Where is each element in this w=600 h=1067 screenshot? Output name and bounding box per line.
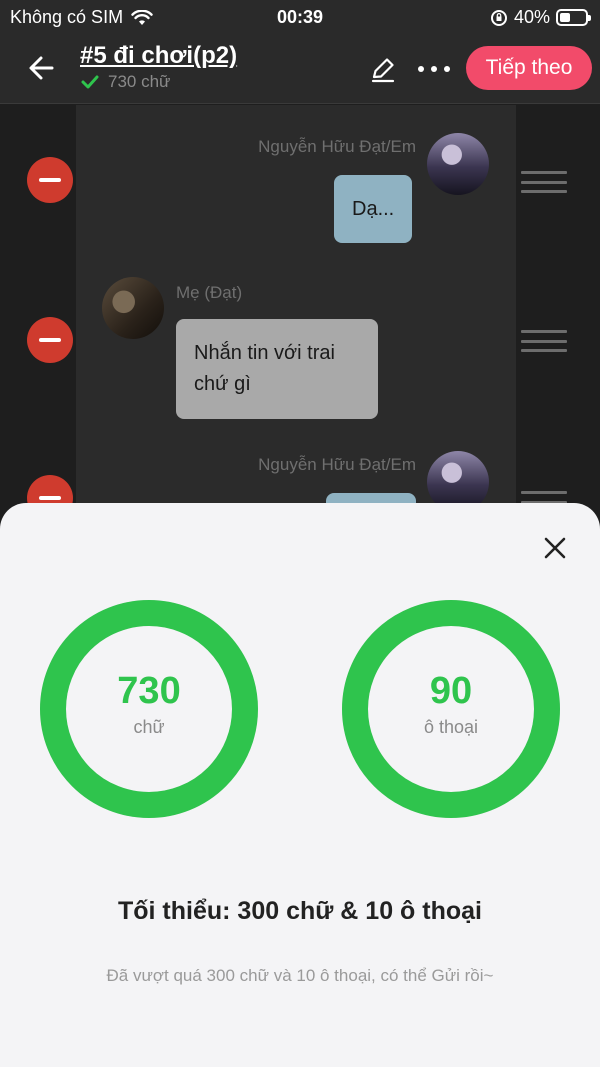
- more-icon[interactable]: [414, 54, 454, 84]
- word-count-label: 730 chữ: [108, 72, 171, 91]
- word-count: 730 chữ: [80, 72, 170, 92]
- more-dot: [444, 66, 450, 72]
- minimum-requirement: Tối thiểu: 300 chữ & 10 ô thoại: [118, 897, 482, 925]
- drag-line: [521, 171, 567, 174]
- drag-handle-icon[interactable]: [521, 330, 567, 352]
- next-button[interactable]: Tiếp theo: [466, 46, 592, 90]
- status-right: 40%: [490, 7, 591, 28]
- message-row: Mẹ (Đạt) Nhắn tin với trai chứ gì: [0, 255, 600, 425]
- page-title[interactable]: #5 đi chơi(p2): [80, 42, 237, 70]
- message-bubble[interactable]: Dạ...: [334, 175, 413, 243]
- battery-fill: [560, 13, 570, 22]
- close-icon[interactable]: [540, 533, 570, 563]
- dialogue-count-caption: ô thoại: [423, 717, 479, 737]
- drag-line: [521, 330, 567, 333]
- dialogue-count-ring: 90 ô thoại: [342, 600, 560, 818]
- back-arrow-icon[interactable]: [22, 48, 62, 88]
- word-count-ring: 730 chữ: [40, 600, 258, 818]
- status-bar: Không có SIM 00:39 40%: [0, 0, 600, 34]
- avatar: [427, 133, 489, 195]
- check-icon: [81, 75, 99, 89]
- drag-line: [521, 491, 567, 494]
- drag-line: [521, 190, 567, 193]
- avatar: [102, 277, 164, 339]
- sender-name: Nguyễn Hữu Đạt/Em: [258, 137, 416, 156]
- word-count-caption: chữ: [133, 717, 165, 737]
- drag-handle-icon[interactable]: [521, 171, 567, 193]
- message-bubble[interactable]: Nhắn tin với trai chứ gì: [176, 319, 378, 419]
- battery-percent: 40%: [513, 7, 550, 27]
- word-count-value: 730: [117, 670, 181, 712]
- header: #5 đi chơi(p2) 730 chữ Tiếp theo: [0, 34, 600, 104]
- dialogue-count-value: 90: [429, 670, 473, 712]
- rotation-lock-icon: [490, 9, 507, 26]
- more-dot: [431, 66, 437, 72]
- remove-icon[interactable]: [27, 317, 73, 363]
- more-dot: [418, 66, 424, 72]
- battery-icon: [556, 9, 591, 26]
- chat-list[interactable]: Nguyễn Hữu Đạt/Em Dạ... Mẹ (Đạt) Nhắn ti…: [0, 105, 600, 525]
- stats-sheet: 730 chữ 90 ô thoại Tối thiểu: 300 chữ & …: [0, 503, 600, 1067]
- drag-line: [521, 180, 567, 184]
- drag-line: [521, 349, 567, 352]
- pencil-icon[interactable]: [368, 54, 398, 84]
- sender-name: Nguyễn Hữu Đạt/Em: [258, 455, 416, 474]
- remove-icon[interactable]: [27, 157, 73, 203]
- hint-text: Đã vượt quá 300 chữ và 10 ô thoại, có th…: [106, 966, 494, 985]
- message-row: Nguyễn Hữu Đạt/Em Dạ...: [0, 105, 600, 255]
- drag-line: [521, 339, 567, 343]
- sender-name: Mẹ (Đạt): [176, 283, 243, 302]
